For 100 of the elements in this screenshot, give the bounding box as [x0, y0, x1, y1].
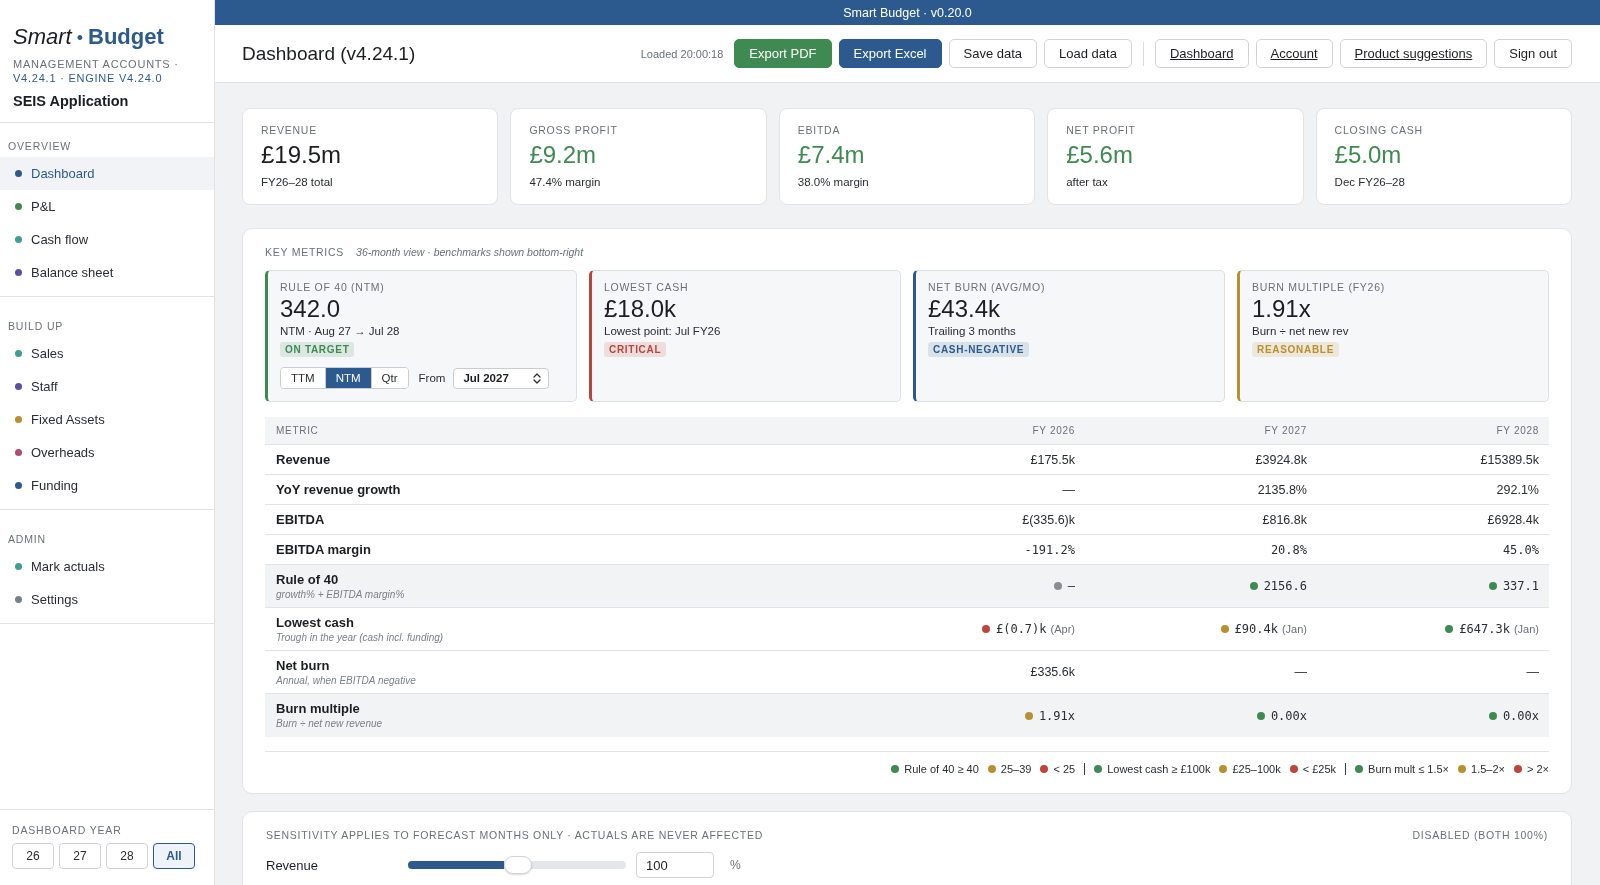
kpi-label: NET PROFIT	[1066, 124, 1137, 137]
cell-value: 337.1	[1502, 579, 1539, 593]
link-button[interactable]: Product suggestions	[1339, 39, 1488, 68]
metric-detail: Lowest point: Jul FY26	[604, 324, 722, 338]
kpi-caption: 38.0% margin	[797, 175, 870, 189]
kpi-value: £19.5m	[261, 141, 343, 169]
kpi-label: CLOSING CASH	[1334, 124, 1424, 137]
cell-value: 0.00x	[1270, 708, 1307, 723]
month-select[interactable]: Jul 2027	[453, 367, 550, 389]
action-button[interactable]: Save data	[948, 39, 1038, 68]
row-label: EBITDA	[276, 511, 325, 528]
action-button[interactable]: Load data	[1044, 39, 1132, 68]
period-tab[interactable]: TTM	[281, 368, 326, 388]
app-logo: Smart • Budget	[13, 23, 165, 50]
nav-item[interactable]: Settings	[0, 583, 214, 616]
cell-value: 292.1%	[1496, 482, 1539, 497]
cell-value: £816.8k	[1262, 512, 1307, 527]
from-label: From	[418, 372, 446, 384]
year-button[interactable]: 28	[106, 843, 148, 869]
row-label: Revenue	[276, 451, 331, 468]
action-button[interactable]: Export Excel	[838, 39, 942, 68]
link-button[interactable]: Account	[1255, 39, 1333, 68]
app-subtitle: MANAGEMENT ACCOUNTS ·	[13, 57, 180, 71]
cell-value: £335.6k	[1030, 665, 1075, 679]
column-header: METRIC	[276, 425, 319, 436]
row-label: YoY revenue growth	[276, 481, 401, 498]
cell-value: 2156.6	[1263, 579, 1307, 593]
kpi-label: EBITDA	[797, 124, 842, 137]
row-sublabel: Trough in the year (cash incl. funding)	[276, 630, 444, 644]
cell-note: (Jan)	[1513, 623, 1539, 635]
column-header: FY 2028	[1496, 425, 1539, 436]
cell-value: 0.00x	[1502, 708, 1539, 723]
row-sublabel: growth% + EBITDA margin%	[276, 587, 405, 601]
chevrons-up-down-icon	[533, 372, 542, 384]
year-button[interactable]: 26	[12, 843, 54, 869]
slider-thumb[interactable]	[503, 856, 532, 874]
loaded-time: Loaded 20:00:18	[640, 47, 724, 60]
year-button[interactable]: 27	[59, 843, 101, 869]
kpi-caption: 47.4% margin	[529, 175, 602, 189]
period-tab[interactable]: NTM	[325, 368, 372, 388]
column-header: FY 2026	[1032, 425, 1075, 436]
status-badge: CRITICAL	[604, 342, 667, 357]
kpi-label: GROSS PROFIT	[529, 124, 619, 137]
section-title: BUILD UP	[7, 319, 65, 333]
year-button[interactable]: All	[153, 843, 195, 869]
legend-label: Lowest cash ≥ £100k	[1107, 763, 1211, 775]
legend-label: £25–100k	[1232, 763, 1281, 775]
nav-item[interactable]: Cash flow	[0, 223, 214, 256]
status-badge: ON TARGET	[280, 342, 355, 357]
metric-detail: Burn ÷ net new rev	[1252, 324, 1350, 338]
nav-item[interactable]: Staff	[0, 370, 214, 403]
metric-detail: Trailing 3 months	[928, 324, 1017, 338]
metric-label: LOWEST CASH	[604, 281, 690, 294]
cell-note: (Apr)	[1050, 623, 1075, 635]
legend-label: Rule of 40 ≥ 40	[904, 763, 979, 775]
nav-item[interactable]: Sales	[0, 337, 214, 370]
action-button[interactable]: Export PDF	[734, 39, 832, 68]
cell-value: £175.5k	[1030, 452, 1075, 467]
cell-value: —	[1526, 665, 1539, 679]
nav-item[interactable]: Fixed Assets	[0, 403, 214, 436]
section-title: ADMIN	[7, 532, 48, 546]
status-label: DISABLED (BOTH 100%)	[1412, 829, 1548, 842]
company-name: SEIS Application	[13, 92, 130, 110]
link-button[interactable]: Dashboard	[1154, 39, 1249, 68]
row-sublabel: Burn ÷ net new revenue	[276, 717, 383, 730]
legend-label: 25–39	[1000, 763, 1032, 775]
nav-item[interactable]: P&L	[0, 190, 214, 223]
percent-input[interactable]: 100	[636, 852, 714, 878]
page-title: Dashboard (v4.24.1)	[242, 42, 416, 65]
nav-item[interactable]: Funding	[0, 469, 214, 502]
cell-value: 2135.8%	[1257, 482, 1307, 497]
window-title: Smart Budget · v0.20.0	[843, 5, 972, 20]
legend-label: Burn mult ≤ 1.5×	[1368, 763, 1449, 775]
header-button[interactable]: Sign out	[1494, 39, 1572, 68]
metric-label: NET BURN (AVG/MO)	[928, 281, 1047, 294]
status-badge: REASONABLE	[1252, 342, 1339, 357]
cell-value: —	[1294, 665, 1307, 679]
panel-title: KEY METRICS	[265, 246, 345, 259]
nav-item[interactable]: Balance sheet	[0, 256, 214, 289]
cell-value: —	[1067, 579, 1075, 593]
metric-label: RULE OF 40 (NTM)	[280, 281, 386, 294]
kpi-value: £9.2m	[529, 141, 598, 169]
row-label: Rule of 40	[276, 571, 339, 588]
cell-note: (Jan)	[1281, 623, 1307, 635]
cell-value: £3924.8k	[1255, 452, 1307, 467]
panel-note: SENSITIVITY APPLIES TO FORECAST MONTHS ONLY · ACTUALS ARE NEVER AFFECTED	[266, 829, 763, 842]
cell-value: £15389.5k	[1480, 452, 1539, 467]
cell-value: -191.2%	[1024, 542, 1075, 557]
panel-note: 36-month view · benchmarks shown bottom-right	[356, 245, 584, 259]
nav-item[interactable]: Overheads	[0, 436, 214, 469]
row-label: Lowest cash	[276, 614, 355, 631]
row-label: Net burn	[276, 657, 330, 674]
cell-value: £(0.7)k	[995, 622, 1047, 636]
cell-value: £(335.6)k	[1022, 512, 1075, 527]
status-badge: CASH-NEGATIVE	[928, 342, 1030, 357]
nav-item[interactable]: Dashboard	[0, 157, 214, 190]
cell-value: 1.91x	[1038, 708, 1075, 723]
nav-item[interactable]: Mark actuals	[0, 550, 214, 583]
metric-detail: NTM · Aug 27 → Jul 28	[280, 324, 401, 338]
metric-label: BURN MULTIPLE (FY26)	[1252, 281, 1386, 294]
